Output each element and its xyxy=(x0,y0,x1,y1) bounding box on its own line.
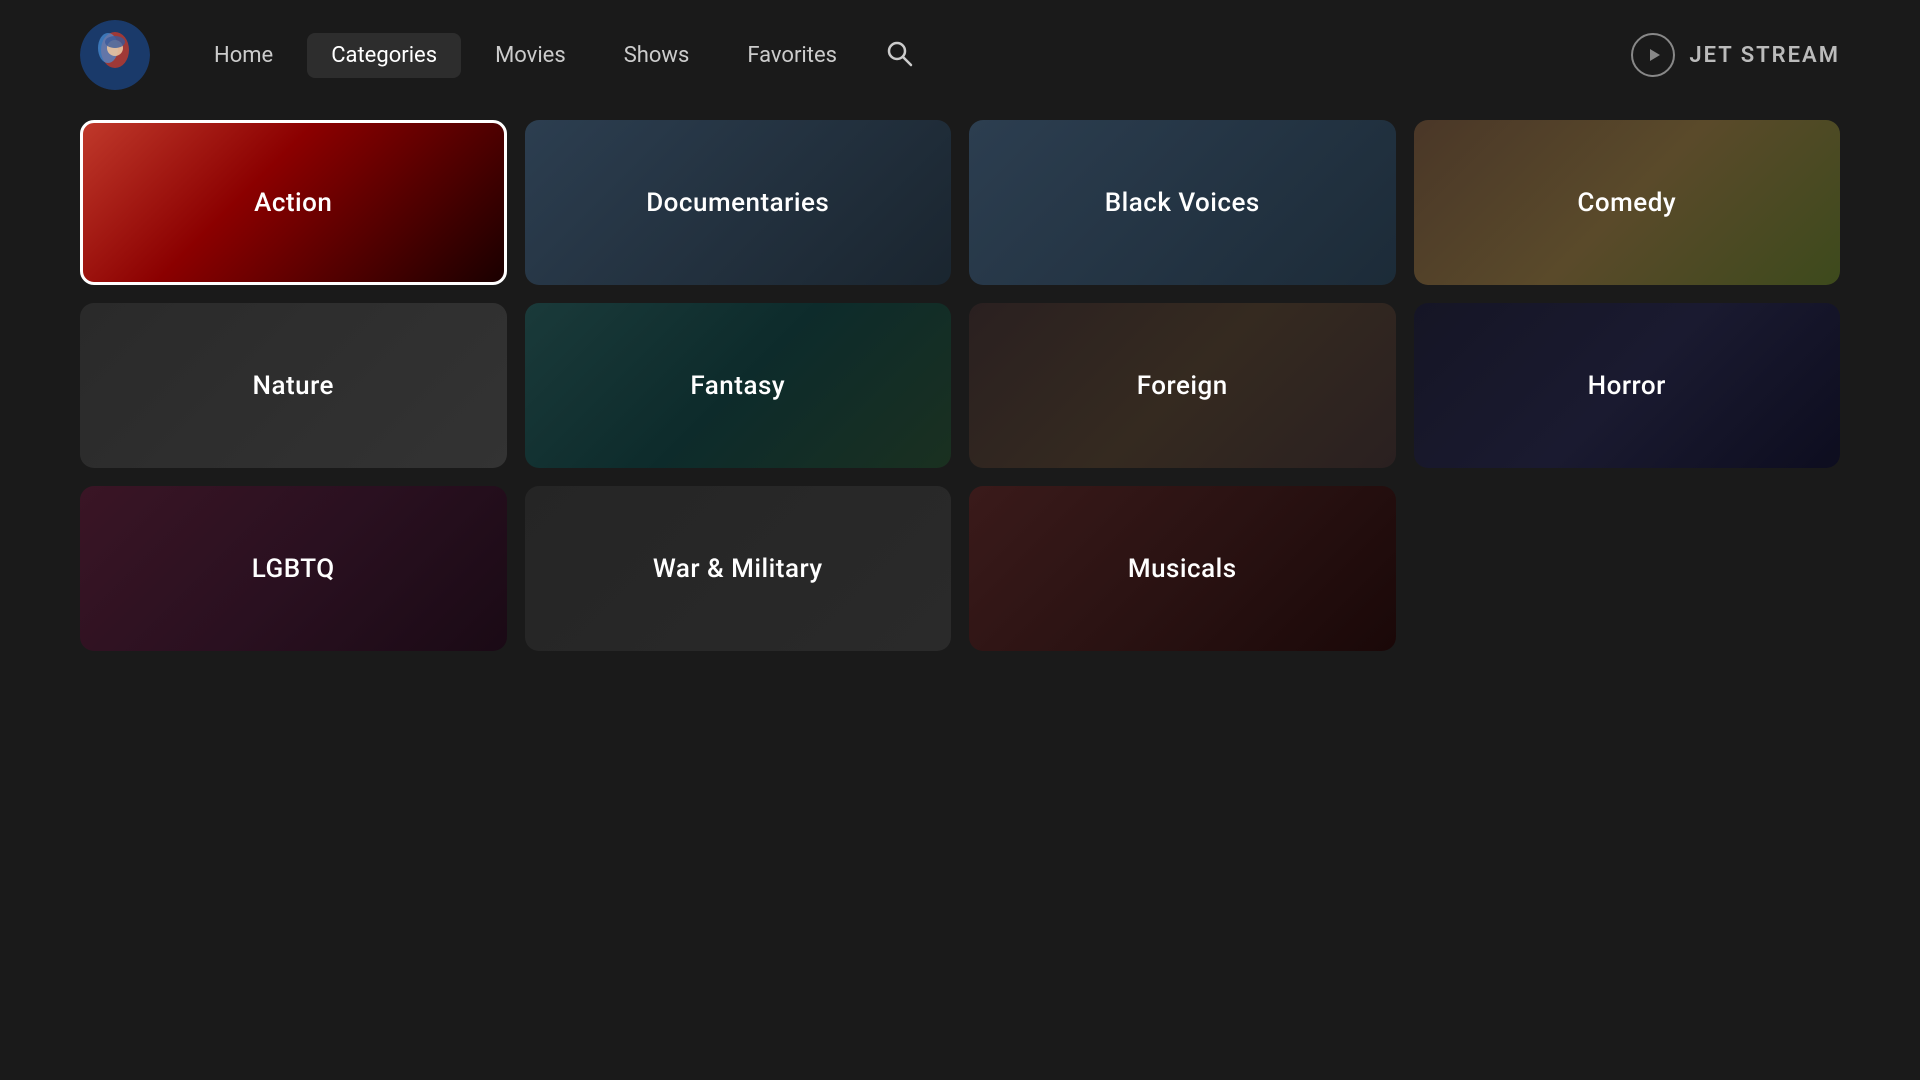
category-war-military[interactable]: War & Military xyxy=(525,486,952,651)
nav-home[interactable]: Home xyxy=(190,33,297,78)
category-lgbtq-label: LGBTQ xyxy=(252,554,335,584)
nav-favorites[interactable]: Favorites xyxy=(723,33,861,78)
category-horror[interactable]: Horror xyxy=(1414,303,1841,468)
search-icon[interactable] xyxy=(871,29,927,81)
nav-categories[interactable]: Categories xyxy=(307,33,461,78)
nav-movies[interactable]: Movies xyxy=(471,33,590,78)
category-comedy[interactable]: Comedy xyxy=(1414,120,1841,285)
category-black-voices[interactable]: Black Voices xyxy=(969,120,1396,285)
category-fantasy[interactable]: Fantasy xyxy=(525,303,952,468)
header: Home Categories Movies Shows Favorites J… xyxy=(0,0,1920,110)
category-foreign[interactable]: Foreign xyxy=(969,303,1396,468)
category-fantasy-label: Fantasy xyxy=(690,371,785,401)
category-documentaries[interactable]: Documentaries xyxy=(525,120,952,285)
category-comedy-label: Comedy xyxy=(1577,188,1676,218)
category-nature-label: Nature xyxy=(253,371,334,401)
category-nature[interactable]: Nature xyxy=(80,303,507,468)
nav-shows[interactable]: Shows xyxy=(600,33,714,78)
category-action-label: Action xyxy=(254,188,332,218)
category-documentaries-label: Documentaries xyxy=(646,188,829,218)
category-war-military-label: War & Military xyxy=(653,554,823,584)
category-action[interactable]: Action xyxy=(80,120,507,285)
main-content: Action Documentaries Black Voices Comedy… xyxy=(0,110,1920,691)
category-horror-label: Horror xyxy=(1588,371,1666,401)
main-nav: Home Categories Movies Shows Favorites xyxy=(190,29,1631,81)
play-icon xyxy=(1631,33,1675,77)
categories-grid: Action Documentaries Black Voices Comedy… xyxy=(80,120,1840,651)
category-black-voices-label: Black Voices xyxy=(1105,188,1260,218)
category-foreign-label: Foreign xyxy=(1137,371,1228,401)
category-lgbtq[interactable]: LGBTQ xyxy=(80,486,507,651)
brand-name: JET STREAM xyxy=(1689,43,1840,68)
category-musicals[interactable]: Musicals xyxy=(969,486,1396,651)
category-musicals-label: Musicals xyxy=(1128,554,1237,584)
logo[interactable] xyxy=(80,20,150,90)
brand-area: JET STREAM xyxy=(1631,33,1840,77)
